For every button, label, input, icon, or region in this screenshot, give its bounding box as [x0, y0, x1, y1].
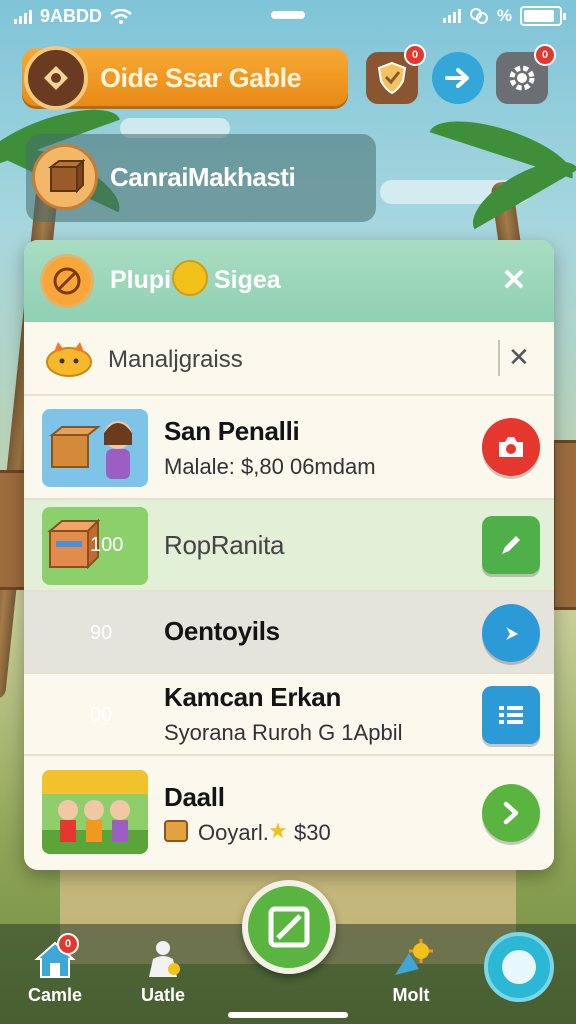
item-count: 100: [90, 534, 124, 556]
carrier-text: 9ABDD: [40, 6, 103, 26]
item-subtitle: Malale: $,80 06mdam: [164, 454, 376, 479]
shield-button[interactable]: 0: [366, 44, 426, 104]
next-button[interactable]: [482, 784, 540, 842]
signal-icon: [14, 9, 32, 24]
create-button[interactable]: [242, 880, 336, 974]
status-bar: 9ABDD %: [0, 0, 576, 34]
item-title: Kamcan Erkan: [164, 682, 342, 712]
home-indicator: [228, 1012, 348, 1018]
close-icon[interactable]: ✕: [496, 262, 532, 298]
item-title: Oentoyils: [164, 616, 280, 646]
shop-panel: Plupi Sigea ✕ Manaljgraiss ✕ San Penalli…: [24, 240, 554, 870]
sun-icon: [389, 939, 433, 979]
nav-character[interactable]: Uatle: [118, 939, 208, 1006]
camera-button[interactable]: [482, 418, 540, 476]
shield-icon: [377, 61, 407, 95]
arrow-right-icon: [445, 68, 469, 88]
no-entry-icon: [40, 254, 94, 308]
list-icon: [499, 706, 523, 724]
list-item[interactable]: Daall Ooyarl. ★ $30: [24, 756, 554, 870]
top-header: Oide Ssar Gable 0 0: [22, 44, 562, 114]
list-item[interactable]: 00 Kamcan Erkan Syorana Ruroh G 1Apbil: [24, 674, 554, 756]
settings-button[interactable]: 0: [496, 44, 556, 104]
network-icon: [469, 8, 488, 24]
game-title: Oide Ssar Gable: [100, 63, 302, 93]
forward-button[interactable]: [432, 52, 484, 104]
camera-notch: [271, 11, 305, 19]
home-badge: 0: [57, 933, 79, 955]
hut: [552, 440, 576, 610]
nav-home[interactable]: 0 Camle: [10, 933, 100, 1006]
star-icon: ★: [268, 818, 288, 843]
divider: [498, 340, 500, 376]
status-left: 9ABDD: [14, 6, 132, 27]
nav-more[interactable]: Molt: [366, 939, 456, 1006]
battery-level: [524, 10, 554, 22]
list-item[interactable]: San Penalli Malale: $,80 06mdam: [24, 396, 554, 500]
settings-badge: 0: [534, 44, 556, 66]
list-item[interactable]: 100 RopRanita: [24, 500, 554, 592]
nav-home-label: Camle: [27, 985, 83, 1005]
panel-subtitle: Sigea: [214, 266, 281, 294]
chevron-right-icon: [503, 801, 519, 825]
game-title-banner[interactable]: Oide Ssar Gable: [22, 46, 348, 110]
circle-icon: [502, 950, 536, 984]
item-count: 00: [90, 704, 113, 726]
item-thumbnail: [42, 409, 148, 487]
search-row[interactable]: Manaljgraiss ✕: [24, 322, 554, 396]
crate-icon: [164, 820, 188, 842]
item-price: $30: [294, 820, 331, 845]
cell-signal-icon: [442, 9, 461, 23]
meeple-icon: [141, 939, 185, 979]
edit-button[interactable]: [482, 516, 540, 574]
pet-icon: [46, 342, 92, 377]
profile-strip[interactable]: CanraiMakhasti: [26, 134, 376, 222]
nav-character-label: Uatle: [140, 985, 185, 1005]
battery-icon: [520, 6, 566, 26]
nav-more-label: Molt: [392, 985, 430, 1005]
item-subtitle: Ooyarl.: [198, 820, 269, 845]
item-subtitle: Syorana Ruroh G 1Apbil: [164, 720, 403, 745]
list-button[interactable]: [482, 686, 540, 744]
item-title: Daall: [164, 782, 225, 812]
panel-header: Plupi Sigea ✕: [24, 240, 554, 322]
status-percent: %: [496, 6, 512, 25]
panel-title: Plupi: [110, 266, 172, 294]
item-count: 90: [90, 622, 113, 644]
clear-icon[interactable]: ✕: [508, 342, 530, 373]
arrow-right-icon: [506, 627, 518, 640]
search-text: Manaljgraiss: [108, 346, 243, 373]
status-right: %: [442, 6, 566, 26]
gear-icon: [509, 65, 535, 91]
shield-badge: 0: [404, 44, 426, 66]
edit-square-icon: [268, 906, 310, 948]
list-item[interactable]: 90 Oentoyils: [24, 592, 554, 674]
circle-action-button[interactable]: [484, 932, 554, 1002]
wifi-icon: [110, 8, 132, 24]
item-title: San Penalli: [164, 416, 300, 446]
home-icon: 0: [33, 933, 79, 979]
coin-icon: [172, 260, 208, 296]
camera-icon: [499, 437, 523, 457]
pencil-icon: [502, 536, 520, 554]
item-title: RopRanita: [164, 530, 285, 560]
item-thumbnail: [42, 770, 148, 854]
crate-avatar-icon: [32, 144, 98, 210]
profile-name: CanraiMakhasti: [110, 162, 296, 192]
go-button[interactable]: [482, 604, 540, 662]
game-logo-icon: [24, 46, 88, 110]
